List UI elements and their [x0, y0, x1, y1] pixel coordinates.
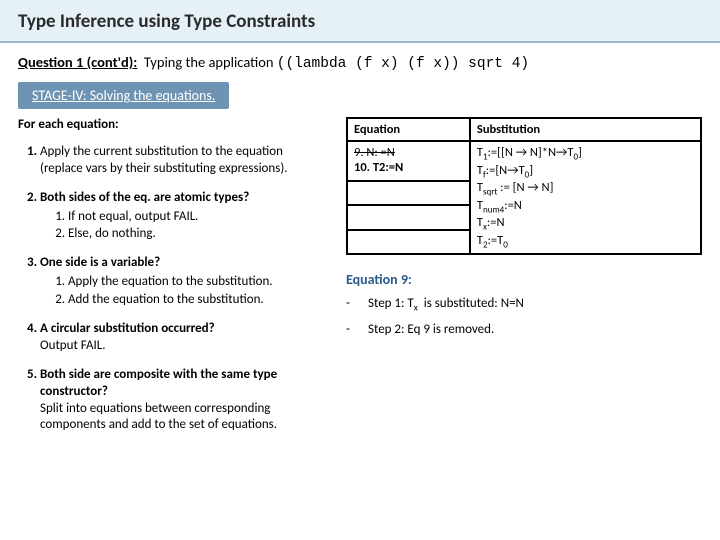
equation-9-steps: - Step 1: Tx is substituted: N=N - Step …: [346, 296, 702, 337]
right-column: Equation Substitution 9. N: =N 10. T2:=N…: [346, 117, 702, 446]
step-2b: Else, do nothing.: [68, 226, 328, 243]
eq9-step-2: - Step 2: Eq 9 is removed.: [346, 322, 702, 337]
slide-title: Type Inference using Type Constraints: [18, 10, 702, 33]
sub-line-5: Tx:=N: [477, 215, 694, 233]
dash-icon: -: [346, 296, 356, 314]
question-row: Question 1 (cont'd): Typing the applicat…: [0, 43, 720, 82]
dash-icon: -: [346, 322, 356, 337]
step-3a: Apply the equation to the substitution.: [68, 274, 328, 291]
steps-column: For each equation: Apply the current sub…: [18, 117, 328, 446]
step-3-head: One side is a variable?: [40, 255, 160, 270]
step-5: Both side are composite with the same ty…: [40, 367, 328, 435]
step-2-head: Both sides of the eq. are atomic types?: [40, 190, 249, 205]
empty-cell: [347, 181, 470, 205]
equation-9-title: Equation 9:: [346, 271, 702, 288]
step-2: Both sides of the eq. are atomic types? …: [40, 190, 328, 244]
table-header-row: Equation Substitution: [347, 118, 701, 141]
eq-line-9: 9. N: =N: [354, 145, 463, 160]
slide: Type Inference using Type Constraints Qu…: [0, 0, 720, 540]
stage-label: STAGE-IV: Solving the equations.: [32, 87, 215, 104]
eq9-step-2-text: Step 2: Eq 9 is removed.: [368, 322, 494, 337]
step-4-head: A circular substitution occurred?: [40, 321, 215, 336]
step-4-body: Output FAIL.: [40, 338, 106, 353]
col-substitution: Substitution: [470, 118, 701, 141]
steps-lead: For each equation:: [18, 117, 328, 134]
eq9-step-1-text: Step 1: Tx is substituted: N=N: [368, 296, 524, 314]
step-3-sub: Apply the equation to the substitution. …: [40, 274, 328, 309]
step-3b: Add the equation to the substitution.: [68, 292, 328, 309]
step-4: A circular substitution occurred? Output …: [40, 321, 328, 355]
sub-line-6: T2:=T0: [477, 233, 694, 251]
title-bar: Type Inference using Type Constraints: [0, 0, 720, 43]
stage-bar: STAGE-IV: Solving the equations.: [18, 82, 229, 109]
step-1-body: Apply the current substitution to the eq…: [40, 144, 288, 176]
question-label: Question 1 (cont'd):: [18, 53, 137, 71]
eq-line-10-text: 10. T2:=N: [354, 160, 403, 175]
table-row: 9. N: =N 10. T2:=N T1:=[[N → N]*N→T0] Tf…: [347, 141, 701, 181]
step-2-sub: If not equal, output FAIL. Else, do noth…: [40, 209, 328, 244]
substitution-cell: T1:=[[N → N]*N→T0] Tf:=[N→T0] Tsqrt := […: [470, 141, 701, 254]
eq-line-10: 10. T2:=N: [354, 160, 463, 175]
sub-line-1: T1:=[[N → N]*N→T0]: [477, 145, 694, 163]
sub-line-3: Tsqrt := [N → N]: [477, 180, 694, 198]
step-5-body: Split into equations between correspondi…: [40, 401, 277, 433]
equation-table: Equation Substitution 9. N: =N 10. T2:=N…: [346, 117, 702, 255]
step-5-head: Both side are composite with the same ty…: [40, 367, 277, 399]
content-row: For each equation: Apply the current sub…: [0, 109, 720, 446]
equation-cell: 9. N: =N 10. T2:=N: [347, 141, 470, 181]
empty-cell: [347, 230, 470, 254]
sub-line-2: Tf:=[N→T0]: [477, 163, 694, 181]
question-code: ((lambda (f x) (f x)) sqrt 4): [277, 56, 529, 72]
empty-cell: [347, 205, 470, 229]
steps-list: Apply the current substitution to the eq…: [18, 144, 328, 434]
sub-line-4: Tnum4:=N: [477, 198, 694, 216]
eq9-step-1: - Step 1: Tx is substituted: N=N: [346, 296, 702, 314]
step-1: Apply the current substitution to the eq…: [40, 144, 328, 178]
step-2a: If not equal, output FAIL.: [68, 209, 328, 226]
step-3: One side is a variable? Apply the equati…: [40, 255, 328, 309]
col-equation: Equation: [347, 118, 470, 141]
question-lead: Typing the application: [144, 53, 274, 71]
